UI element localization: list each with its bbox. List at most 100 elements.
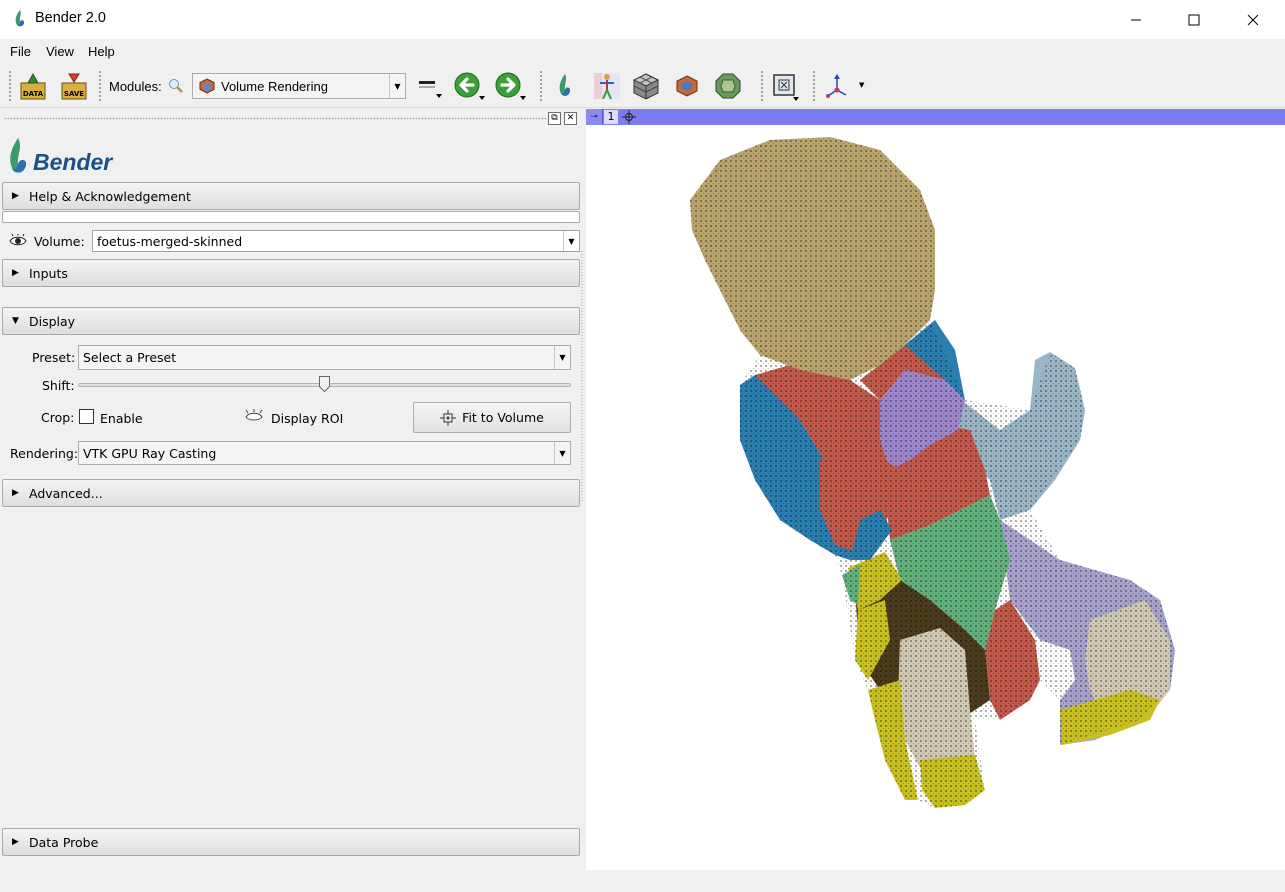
save-icon: SAVE <box>61 73 87 100</box>
merge-labels-button[interactable] <box>712 70 744 102</box>
rendering-label: Rendering: <box>10 446 79 461</box>
model-grid-button[interactable] <box>630 70 662 102</box>
menu-help[interactable]: Help <box>88 44 115 59</box>
save-button[interactable]: SAVE <box>58 70 90 102</box>
forward-button[interactable] <box>492 70 528 102</box>
rendering-selector-value: VTK GPU Ray Casting <box>83 445 217 461</box>
window-title: Bender 2.0 <box>35 10 106 26</box>
volume-selector-value: foetus-merged-skinned <box>97 233 243 249</box>
svg-text:DATA: DATA <box>23 90 44 98</box>
bender-logo-icon <box>10 138 27 173</box>
bender-module-button[interactable] <box>551 70 579 102</box>
float-panel-button[interactable]: ⧉ <box>548 112 561 125</box>
modules-label: Modules: <box>109 79 162 94</box>
data-probe-section-label: Data Probe <box>29 834 99 850</box>
minimize-button[interactable] <box>1107 0 1165 39</box>
minimize-icon <box>1131 19 1141 20</box>
preset-selector[interactable]: Select a Preset ▼ <box>78 345 571 370</box>
preset-label: Preset: <box>32 350 76 365</box>
armature-module-button[interactable] <box>591 70 623 102</box>
advanced-section-header[interactable]: ▶ Advanced... <box>2 479 580 507</box>
module-search-icon[interactable] <box>167 78 185 94</box>
advanced-section-label: Advanced... <box>29 485 103 501</box>
toolbar-grip[interactable] <box>760 70 764 102</box>
foetus-model <box>690 137 1175 808</box>
forward-arrow-icon <box>495 72 526 100</box>
bender-app-icon <box>15 10 25 27</box>
load-data-icon: DATA <box>20 72 46 100</box>
model-grid-icon <box>632 73 660 100</box>
title-bar: Bender 2.0 <box>0 0 1285 39</box>
toolbar-grip[interactable] <box>8 70 12 102</box>
shift-label: Shift: <box>42 378 75 393</box>
chevron-down-icon: ▼ <box>554 442 570 464</box>
fit-to-volume-label: Fit to Volume <box>462 410 544 425</box>
eye-icon[interactable] <box>9 234 27 248</box>
display-roi-eye-icon[interactable] <box>244 408 264 424</box>
chevron-down-icon: ▼ <box>563 231 579 251</box>
maximize-button[interactable] <box>1165 0 1223 39</box>
display-roi-label: Display ROI <box>271 411 344 426</box>
3d-view[interactable]: ⊸ 1 <box>586 109 1285 870</box>
volume-label: Volume: <box>34 234 85 249</box>
view-number: 1 <box>604 110 618 124</box>
bender-logo: Bender <box>6 136 112 178</box>
volume-selector[interactable]: foetus-merged-skinned ▼ <box>92 230 580 252</box>
back-button[interactable] <box>451 70 487 102</box>
status-bar <box>0 870 1285 892</box>
crop-label: Crop: <box>41 410 75 425</box>
dock-title-bar[interactable] <box>4 112 548 126</box>
svg-text:SAVE: SAVE <box>64 90 84 98</box>
enable-crop-checkbox[interactable] <box>79 409 94 424</box>
menu-file[interactable]: File <box>10 44 31 59</box>
volume-cube-icon <box>676 75 698 97</box>
fit-to-volume-button[interactable]: Fit to Volume <box>413 402 571 433</box>
close-panel-button[interactable]: ✕ <box>564 112 577 125</box>
display-section-header[interactable]: ▼ Display <box>2 307 580 335</box>
volume-rendering-icon <box>199 78 215 94</box>
close-icon: ✕ <box>566 113 575 123</box>
collapse-arrow-icon: ▼ <box>12 316 19 326</box>
data-probe-section-header[interactable]: ▶ Data Probe <box>2 828 580 856</box>
volume-rendering-button[interactable] <box>672 70 702 102</box>
load-data-button[interactable]: DATA <box>17 70 49 102</box>
module-panel: ⧉ ✕ Bender ▶ Help & Acknowledgement Volu… <box>0 108 584 870</box>
inputs-section-header[interactable]: ▶ Inputs <box>2 259 580 287</box>
close-button[interactable] <box>1224 0 1282 39</box>
menu-view[interactable]: View <box>46 44 74 59</box>
layout-button[interactable] <box>770 70 802 102</box>
toolbar-grip[interactable] <box>812 70 816 102</box>
inputs-section-label: Inputs <box>29 265 68 281</box>
help-section-header[interactable]: ▶ Help & Acknowledgement <box>2 182 580 210</box>
module-selector[interactable]: Volume Rendering ▼ <box>192 73 406 99</box>
toolbar-grip[interactable] <box>98 70 102 102</box>
expand-arrow-icon: ▶ <box>12 488 19 498</box>
main-toolbar: DATA SAVE Modules: Volume Rendering ▼ ▼ <box>0 64 1285 108</box>
layout-icon <box>773 74 799 101</box>
pin-icon: ⊸ <box>590 112 598 122</box>
armature-icon <box>594 73 620 100</box>
module-list-icon <box>419 81 442 98</box>
maximize-icon <box>1188 14 1200 25</box>
float-icon: ⧉ <box>551 113 558 123</box>
preset-selector-value: Select a Preset <box>83 350 177 365</box>
back-arrow-icon <box>454 72 485 100</box>
expand-arrow-icon: ▶ <box>12 837 19 847</box>
center-view-icon[interactable] <box>622 110 636 124</box>
logo-text: Bender <box>33 149 113 175</box>
axes-icon <box>826 74 847 98</box>
pin-button[interactable]: ⊸ <box>586 109 603 125</box>
crosshair-icon <box>440 409 457 426</box>
axes-button[interactable] <box>822 70 852 102</box>
rendering-selector[interactable]: VTK GPU Ray Casting ▼ <box>78 441 571 465</box>
volume-render-canvas[interactable] <box>586 125 1285 870</box>
toolbar-grip[interactable] <box>539 70 543 102</box>
shift-slider-handle[interactable] <box>319 376 330 392</box>
panel-splitter[interactable] <box>580 250 584 502</box>
axes-dropdown-arrow[interactable]: ▼ <box>859 81 864 89</box>
close-icon <box>1247 14 1259 25</box>
chevron-down-icon: ▼ <box>389 74 405 98</box>
merge-labels-icon <box>715 73 741 99</box>
module-list-button[interactable] <box>414 70 444 102</box>
help-section-label: Help & Acknowledgement <box>29 188 191 204</box>
